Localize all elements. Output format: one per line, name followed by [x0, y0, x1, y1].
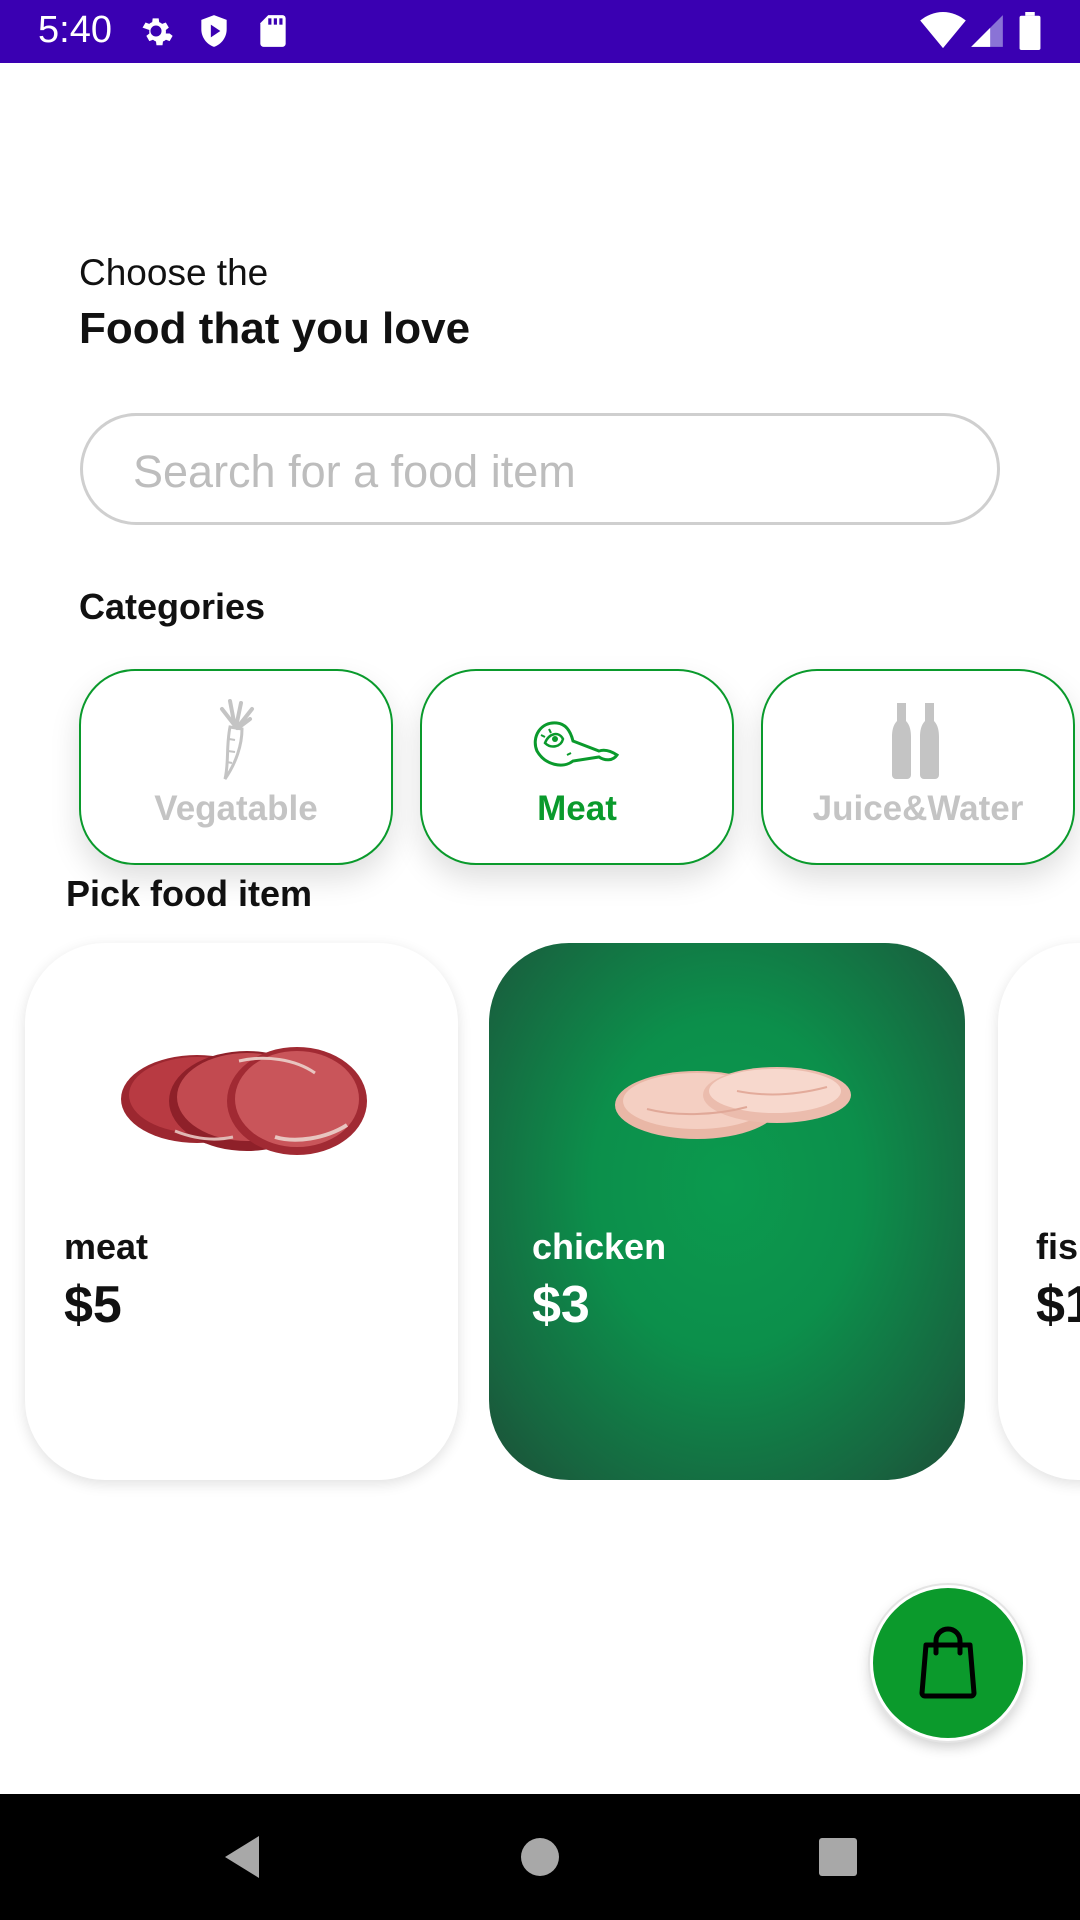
- cellular-signal-icon: [968, 12, 1006, 50]
- food-price: $1: [1036, 1276, 1080, 1334]
- battery-icon: [1018, 12, 1042, 51]
- category-juice-water[interactable]: Juice&Water: [761, 669, 1075, 865]
- bottles-icon: [763, 699, 1073, 781]
- shield-icon: [195, 12, 233, 50]
- food-name: chicken: [532, 1226, 667, 1267]
- category-meat[interactable]: Meat: [420, 669, 734, 865]
- food-name: fish: [1036, 1226, 1080, 1267]
- category-label: Meat: [537, 789, 617, 828]
- navigation-bar: [0, 1794, 1080, 1920]
- category-vegatable[interactable]: Vegatable: [79, 669, 393, 865]
- meat-image: [115, 1021, 375, 1176]
- shopping-bag-icon: [916, 1623, 980, 1704]
- recents-icon[interactable]: [805, 1824, 871, 1890]
- app-screen: 5:40 Choose the Food that you love Categ…: [0, 0, 1080, 1920]
- search-bar[interactable]: [80, 413, 1000, 525]
- category-label: Juice&Water: [812, 789, 1024, 828]
- categories-heading: Categories: [79, 586, 266, 627]
- search-input[interactable]: [133, 442, 953, 502]
- meat-leg-icon: [422, 699, 732, 781]
- food-card-meat[interactable]: meat $5: [25, 943, 458, 1480]
- status-bar: 5:40: [0, 0, 1080, 63]
- food-card-fish[interactable]: fish $1: [998, 943, 1080, 1480]
- back-icon[interactable]: [208, 1824, 274, 1890]
- page-subtitle: Choose the: [79, 252, 269, 293]
- sd-card-icon: [254, 12, 292, 50]
- food-name: meat: [64, 1226, 149, 1267]
- category-label: Vegatable: [154, 789, 318, 828]
- gear-icon: [137, 12, 175, 50]
- page-title: Food that you love: [79, 304, 471, 353]
- wifi-icon: [920, 12, 966, 50]
- status-time: 5:40: [38, 9, 112, 51]
- food-card-chicken[interactable]: chicken $3: [489, 943, 965, 1480]
- carrot-icon: [81, 699, 391, 781]
- cart-fab-button[interactable]: [870, 1585, 1026, 1741]
- chicken-image: [607, 1055, 857, 1160]
- home-icon[interactable]: [507, 1824, 573, 1890]
- food-price: $3: [532, 1276, 590, 1334]
- pick-food-heading: Pick food item: [66, 873, 313, 914]
- food-price: $5: [64, 1276, 122, 1334]
